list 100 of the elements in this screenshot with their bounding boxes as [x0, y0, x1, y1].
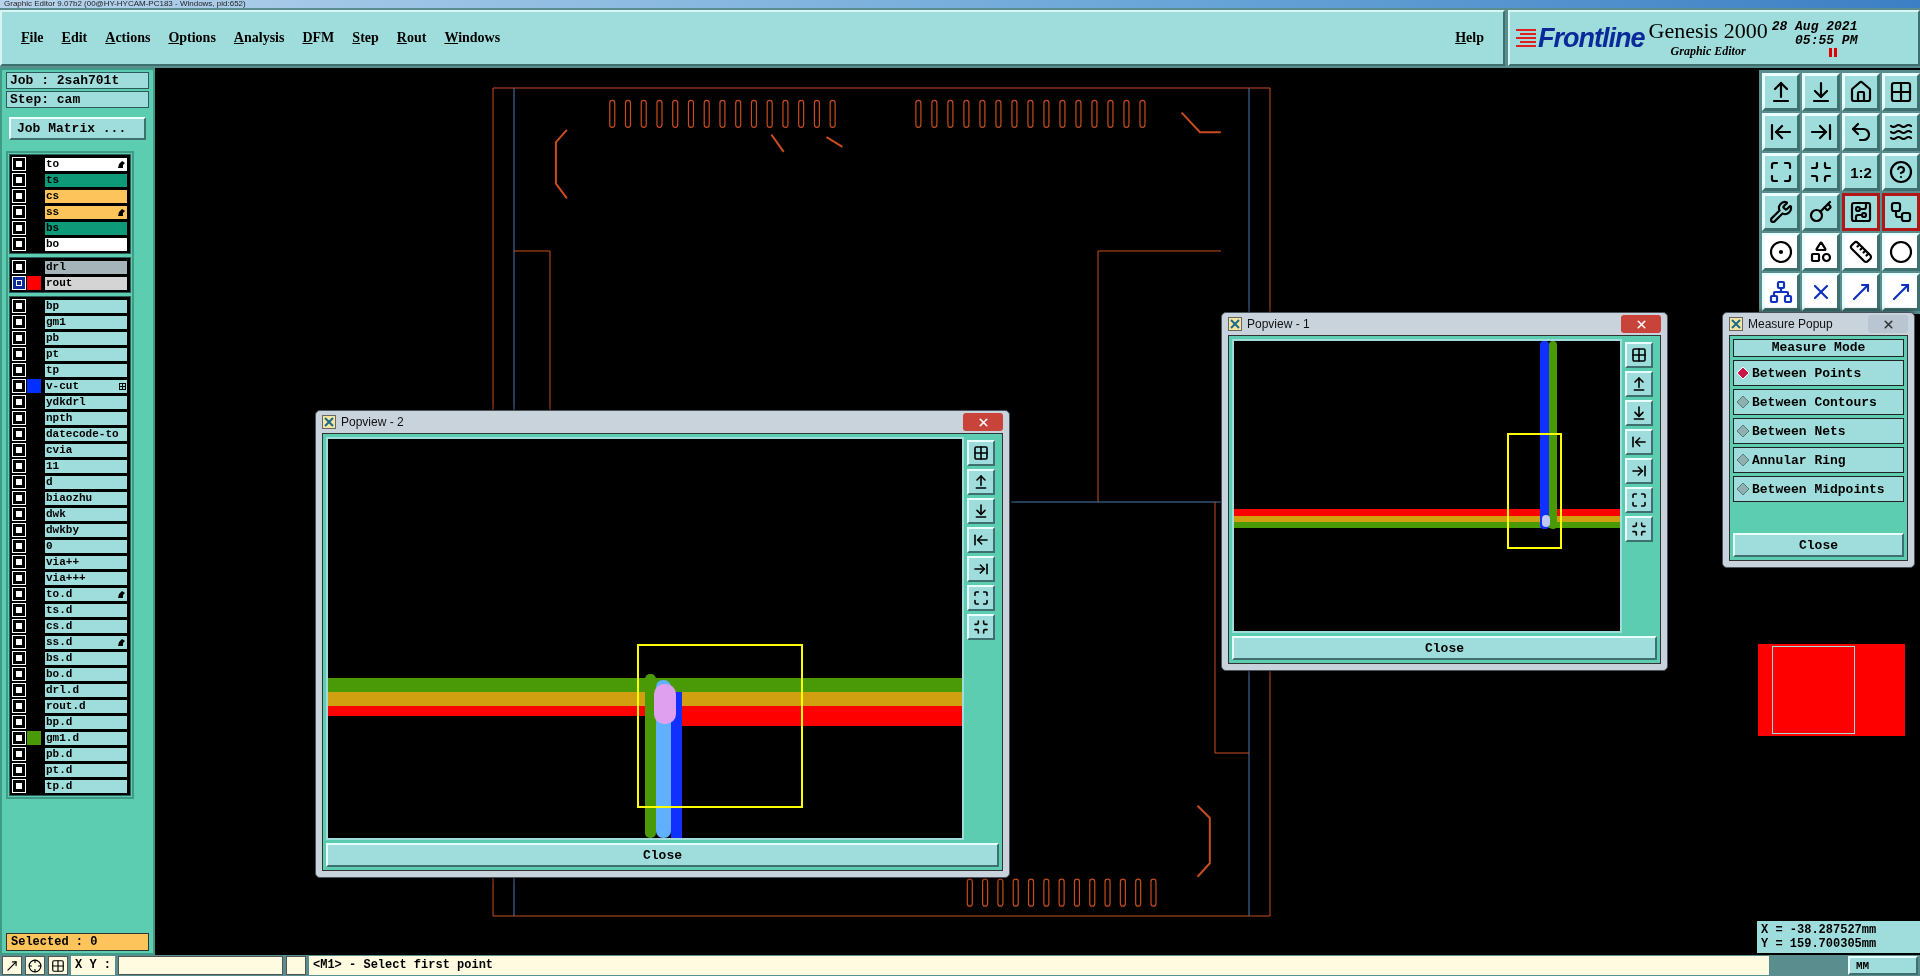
layer-item[interactable]: ss.d: [44, 634, 128, 650]
layer-checkbox[interactable]: [13, 748, 25, 760]
view-tool-button[interactable]: [1625, 487, 1653, 513]
close-button[interactable]: [1868, 315, 1908, 333]
zoom-view[interactable]: [326, 437, 964, 840]
view-tool-button[interactable]: [1625, 371, 1653, 397]
layer-item[interactable]: 11: [44, 458, 128, 474]
layer-checkbox[interactable]: [13, 684, 25, 696]
layer-checkbox[interactable]: [13, 460, 25, 472]
layer-checkbox[interactable]: [13, 508, 25, 520]
radio-diamond[interactable]: [1737, 425, 1749, 437]
layer-checkbox[interactable]: [13, 316, 25, 328]
mode-option[interactable]: Between Contours: [1733, 389, 1904, 415]
layer-checkbox[interactable]: [13, 332, 25, 344]
view-tool-button[interactable]: [967, 440, 995, 466]
layer-item[interactable]: dwk: [44, 506, 128, 522]
layer-item[interactable]: ydkdrl: [44, 394, 128, 410]
layer-checkbox[interactable]: [13, 348, 25, 360]
layer-checkbox[interactable]: [13, 732, 25, 744]
mode-option[interactable]: Between Points: [1733, 360, 1904, 386]
view-tool-button[interactable]: [967, 469, 995, 495]
layer-checkbox[interactable]: [13, 428, 25, 440]
layer-checkbox[interactable]: [13, 158, 25, 170]
layer-item[interactable]: pb.d: [44, 746, 128, 762]
layer-checkbox[interactable]: [13, 716, 25, 728]
view-tool-button[interactable]: [1625, 458, 1653, 484]
close-button[interactable]: Close: [1733, 533, 1904, 557]
layer-item[interactable]: bp.d: [44, 714, 128, 730]
layer-checkbox[interactable]: [13, 668, 25, 680]
close-button[interactable]: Close: [326, 843, 999, 867]
layer-checkbox[interactable]: [13, 412, 25, 424]
layer-checkbox[interactable]: [13, 700, 25, 712]
xy-input-field[interactable]: [118, 956, 283, 975]
layer-item[interactable]: bs.d: [44, 650, 128, 666]
menu-item[interactable]: DFM: [295, 28, 342, 48]
layer-checkbox[interactable]: [13, 572, 25, 584]
layer-item[interactable]: npth: [44, 410, 128, 426]
layer-checkbox[interactable]: [13, 652, 25, 664]
layer-checkbox[interactable]: [13, 524, 25, 536]
radio-diamond[interactable]: [1737, 454, 1749, 466]
layer-checkbox[interactable]: [13, 190, 25, 202]
layer-checkbox[interactable]: [13, 380, 25, 392]
layer-item[interactable]: to.d: [44, 586, 128, 602]
radio-diamond[interactable]: [1737, 483, 1749, 495]
layer-item[interactable]: to: [44, 156, 128, 172]
menu-item[interactable]: Edit: [54, 28, 95, 48]
menu-item[interactable]: Actions: [98, 28, 158, 48]
layer-item[interactable]: ts.d: [44, 602, 128, 618]
layer-item[interactable]: rout: [44, 275, 128, 291]
layer-checkbox[interactable]: [13, 764, 25, 776]
minimap[interactable]: [1758, 644, 1905, 736]
layer-checkbox[interactable]: [13, 604, 25, 616]
snap-tool-button[interactable]: [25, 956, 45, 975]
mode-option[interactable]: Annular Ring: [1733, 447, 1904, 473]
layer-item[interactable]: pt: [44, 346, 128, 362]
layer-checkbox[interactable]: [13, 277, 25, 289]
layer-item[interactable]: drl.d: [44, 682, 128, 698]
layer-checkbox[interactable]: [13, 238, 25, 250]
view-tool-button[interactable]: [967, 614, 995, 640]
layer-item[interactable]: tp.d: [44, 778, 128, 794]
layer-item[interactable]: bp: [44, 298, 128, 314]
layer-item[interactable]: bs: [44, 220, 128, 236]
layer-item[interactable]: bo.d: [44, 666, 128, 682]
layer-item[interactable]: pt.d: [44, 762, 128, 778]
layer-checkbox[interactable]: [13, 300, 25, 312]
layer-checkbox[interactable]: [13, 476, 25, 488]
layer-item[interactable]: dwkby: [44, 522, 128, 538]
view-tool-button[interactable]: [1625, 429, 1653, 455]
units-button[interactable]: MM: [1848, 956, 1918, 975]
layer-checkbox[interactable]: [13, 222, 25, 234]
layer-item[interactable]: biaozhu: [44, 490, 128, 506]
zoom-view[interactable]: [1232, 339, 1622, 633]
grid-tool-button[interactable]: [48, 956, 68, 975]
small-button[interactable]: [286, 956, 306, 975]
layer-item[interactable]: pb: [44, 330, 128, 346]
job-matrix-button[interactable]: Job Matrix ...: [9, 117, 146, 140]
layer-checkbox[interactable]: [13, 206, 25, 218]
menu-item[interactable]: Step: [345, 28, 386, 48]
layer-checkbox[interactable]: [13, 540, 25, 552]
layer-item[interactable]: ts: [44, 172, 128, 188]
layer-item[interactable]: tp: [44, 362, 128, 378]
close-button[interactable]: [963, 413, 1003, 431]
layer-checkbox[interactable]: [13, 261, 25, 273]
view-tool-button[interactable]: [967, 498, 995, 524]
mode-option[interactable]: Between Nets: [1733, 418, 1904, 444]
layer-item[interactable]: 0: [44, 538, 128, 554]
menu-item[interactable]: Rout: [389, 28, 434, 48]
layer-checkbox[interactable]: [13, 444, 25, 456]
select-tool-button[interactable]: [2, 956, 22, 975]
layer-item[interactable]: cvia: [44, 442, 128, 458]
close-button[interactable]: [1621, 315, 1661, 333]
layer-item[interactable]: via++: [44, 554, 128, 570]
layer-item[interactable]: cs.d: [44, 618, 128, 634]
mode-option[interactable]: Between Midpoints: [1733, 476, 1904, 502]
layer-item[interactable]: d: [44, 474, 128, 490]
tool-button[interactable]: [1842, 193, 1880, 231]
view-tool-button[interactable]: [1625, 400, 1653, 426]
layer-item[interactable]: gm1.d: [44, 730, 128, 746]
layer-item[interactable]: rout.d: [44, 698, 128, 714]
layer-checkbox[interactable]: [13, 620, 25, 632]
